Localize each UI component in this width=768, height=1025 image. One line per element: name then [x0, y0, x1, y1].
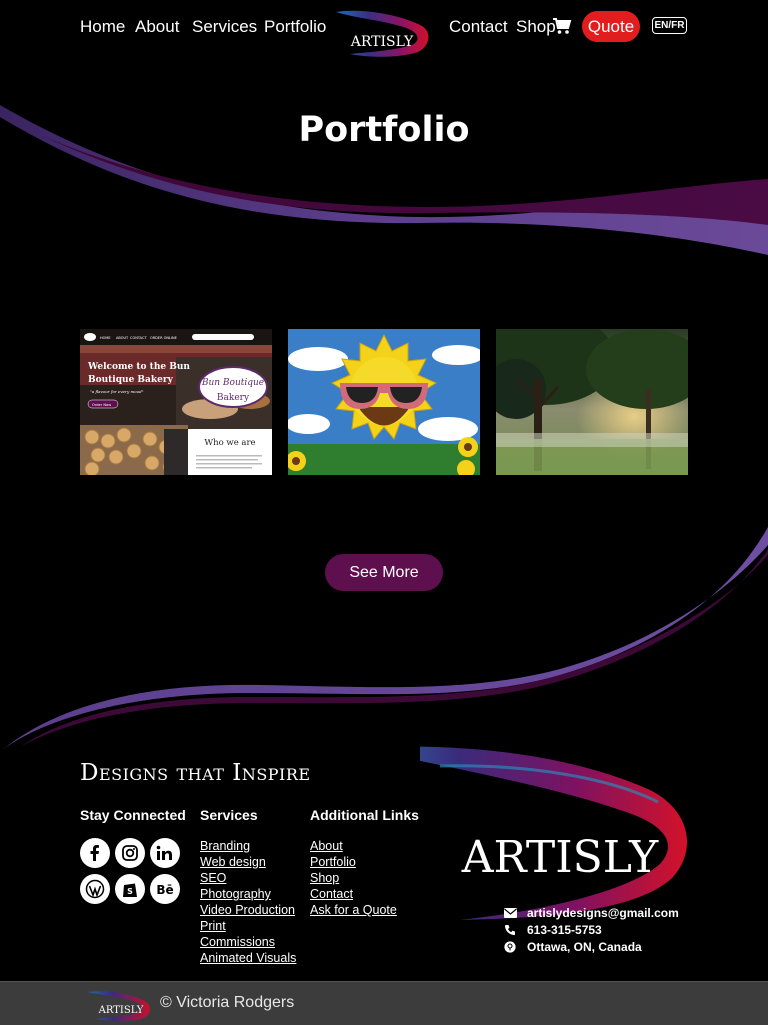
- instagram-icon[interactable]: [115, 838, 145, 868]
- portfolio-item-bakery-website[interactable]: HOME ABOUT CONTACT ORDER ONLINE Welcome …: [80, 329, 272, 475]
- svg-text:Bē: Bē: [156, 883, 173, 897]
- contact-phone-row[interactable]: 613-315-5753: [503, 923, 602, 937]
- svg-text:S: S: [127, 887, 133, 896]
- behance-icon[interactable]: Bē: [150, 874, 180, 904]
- nav-shop-link[interactable]: Shop: [516, 16, 556, 38]
- footer-link-ask-for-quote[interactable]: Ask for a Quote: [310, 903, 397, 917]
- contact-email-row[interactable]: artislydesigns@gmail.com: [503, 906, 679, 920]
- bakery-section-title: Who we are: [204, 438, 255, 448]
- contact-phone[interactable]: 613-315-5753: [527, 923, 602, 937]
- nav-services-link[interactable]: Services: [192, 16, 257, 38]
- envelope-icon: [503, 907, 517, 919]
- footer-link-portfolio[interactable]: Portfolio: [310, 855, 356, 869]
- bakery-logo-script: Bun Boutique: [201, 378, 264, 388]
- footer-link-shop[interactable]: Shop: [310, 871, 339, 885]
- contact-email[interactable]: artislydesigns@gmail.com: [527, 906, 679, 920]
- contact-location: Ottawa, ON, Canada: [527, 940, 642, 954]
- artisly-logo[interactable]: ARTISLY: [330, 4, 434, 62]
- footer-link-contact[interactable]: Contact: [310, 887, 353, 901]
- bakery-logo-word: Bakery: [217, 393, 250, 403]
- contact-location-row: Ottawa, ON, Canada: [503, 940, 642, 954]
- small-logo-text: ARTISLY: [98, 1005, 144, 1016]
- bakery-nav-about: ABOUT: [116, 336, 129, 340]
- wordpress-icon[interactable]: [80, 874, 110, 904]
- service-link-animated-visuals[interactable]: Animated Visuals: [200, 951, 296, 965]
- artisly-footer-logo: ARTISLY: [420, 746, 687, 920]
- service-link-commissions[interactable]: Commissions: [200, 935, 275, 949]
- additional-link-list: About Portfolio Shop Contact Ask for a Q…: [310, 838, 397, 918]
- phone-icon: [503, 924, 517, 936]
- additional-links-heading: Additional Links: [310, 807, 419, 823]
- bakery-nav-home: HOME: [100, 336, 111, 340]
- bakery-nav-order: ORDER ONLINE: [150, 336, 177, 340]
- logo-text: ARTISLY: [350, 34, 414, 50]
- copyright-bar: ARTISLY © Victoria Rodgers: [0, 981, 768, 1025]
- nav-about-link[interactable]: About: [135, 16, 179, 38]
- language-toggle[interactable]: EN/FR: [652, 17, 687, 34]
- footer-logo-text: ARTISLY: [461, 832, 659, 883]
- nav-home-link[interactable]: Home: [80, 16, 125, 38]
- stay-connected-heading: Stay Connected: [80, 807, 186, 823]
- footer-link-about[interactable]: About: [310, 839, 343, 853]
- location-icon: [503, 941, 517, 953]
- service-link-web-design[interactable]: Web design: [200, 855, 266, 869]
- bakery-heading-line1: Welcome to the Bun: [87, 362, 190, 372]
- see-more-button[interactable]: See More: [325, 554, 443, 591]
- footer-tagline: Designs that Inspire: [80, 760, 311, 786]
- shopify-icon[interactable]: S: [115, 874, 145, 904]
- service-link-seo[interactable]: SEO: [200, 871, 226, 885]
- copyright-text: © Victoria Rodgers: [160, 994, 295, 1011]
- bakery-heading-line2: Boutique Bakery: [88, 375, 174, 385]
- service-link-video-production[interactable]: Video Production: [200, 903, 295, 917]
- cart-icon[interactable]: [552, 17, 572, 35]
- artisly-small-logo: ARTISLY: [87, 991, 150, 1021]
- bakery-cta: Order Now: [92, 403, 111, 407]
- service-link-print[interactable]: Print: [200, 919, 226, 933]
- bakery-tagline: "a flavour for every mood": [90, 389, 144, 394]
- linkedin-icon[interactable]: [150, 838, 180, 868]
- quote-button[interactable]: Quote: [582, 11, 640, 42]
- facebook-icon[interactable]: [80, 838, 110, 868]
- services-heading: Services: [200, 807, 258, 823]
- nav-contact-link[interactable]: Contact: [449, 16, 508, 38]
- top-navigation: Home About Services Portfolio ARTISLY Co…: [0, 0, 768, 57]
- bakery-nav-contact: CONTACT: [130, 336, 147, 340]
- page-title: Portfolio: [298, 110, 470, 150]
- services-link-list: Branding Web design SEO Photography Vide…: [200, 838, 296, 966]
- portfolio-item-misty-park-photo[interactable]: [496, 329, 688, 475]
- service-link-photography[interactable]: Photography: [200, 887, 271, 901]
- portfolio-item-sunflower-illustration[interactable]: [288, 329, 480, 475]
- nav-portfolio-link[interactable]: Portfolio: [264, 16, 326, 38]
- service-link-branding[interactable]: Branding: [200, 839, 250, 853]
